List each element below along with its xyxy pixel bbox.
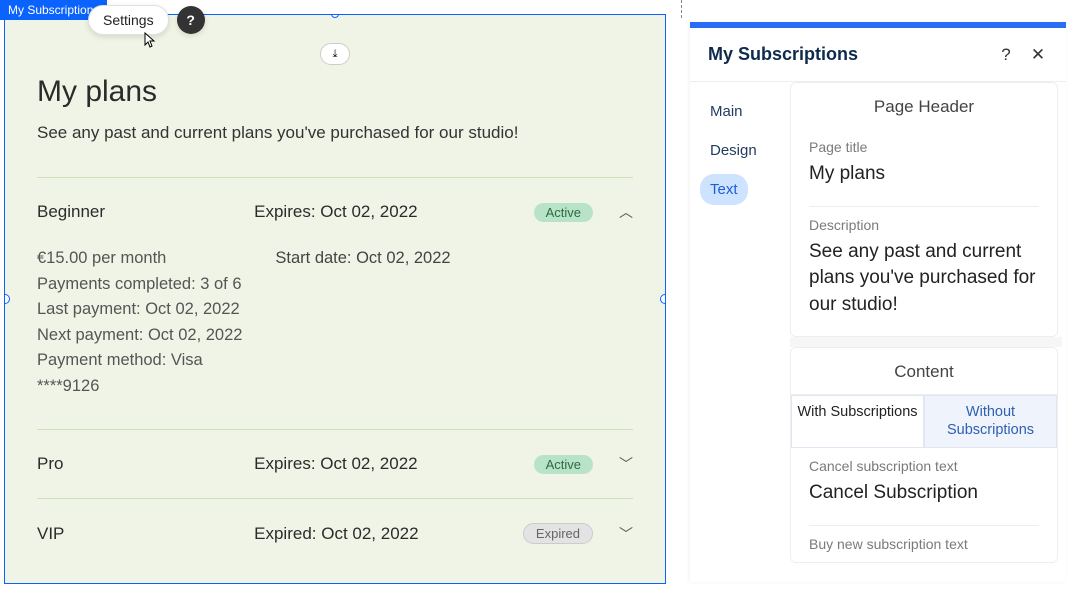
detail-line: Payment method: Visa <box>37 348 275 374</box>
status-badge: Expired <box>523 523 593 544</box>
page-header-card: Page Header Page title My plans Descript… <box>790 82 1058 337</box>
plan-expire: Expires: Oct 02, 2022 <box>254 454 493 474</box>
detail-line: Payments completed: 3 of 6 <box>37 272 275 298</box>
page-description: See any past and current plans you've pu… <box>37 123 633 143</box>
settings-button[interactable]: Settings <box>88 5 169 35</box>
detail-line: ****9126 <box>37 374 275 400</box>
download-icon[interactable]: ⤓ <box>320 43 350 65</box>
field-label: Buy new subscription text <box>809 536 1039 552</box>
settings-panel: My Subscriptions ? ✕ Main Design Text Pa… <box>690 22 1066 582</box>
canvas-preview[interactable]: ⤓ My plans See any past and current plan… <box>4 14 666 584</box>
status-badge: Active <box>534 203 593 222</box>
section-header: Content <box>791 348 1057 394</box>
field-label: Cancel subscription text <box>809 458 1039 474</box>
detail-line: Last payment: Oct 02, 2022 <box>37 297 275 323</box>
chevron-down-icon[interactable]: ﹀ <box>619 524 633 544</box>
detail-line: Next payment: Oct 02, 2022 <box>37 323 275 349</box>
settings-header: My Subscriptions ? ✕ <box>690 28 1066 82</box>
tab-text[interactable]: Text <box>700 174 748 205</box>
tab-with-subscriptions[interactable]: With Subscriptions <box>791 395 924 448</box>
close-icon[interactable]: ✕ <box>1028 45 1048 65</box>
plan-expire: Expired: Oct 02, 2022 <box>254 524 493 544</box>
my-plans-widget: My plans See any past and current plans … <box>37 47 633 568</box>
field-label: Description <box>809 217 1039 233</box>
tab-without-subscriptions[interactable]: Without Subscriptions <box>924 395 1057 448</box>
content-tabs: With Subscriptions Without Subscriptions <box>791 394 1057 448</box>
guide-line <box>681 0 682 18</box>
cursor-icon <box>140 32 156 53</box>
detail-line: €15.00 per month <box>37 246 275 272</box>
settings-title: My Subscriptions <box>708 44 984 65</box>
plan-name: Pro <box>37 454 254 474</box>
plan-row-vip[interactable]: VIP Expired: Oct 02, 2022 Expired ﹀ <box>37 499 633 568</box>
help-icon[interactable]: ? <box>996 45 1016 65</box>
chevron-down-icon[interactable]: ﹀ <box>619 454 633 474</box>
help-icon[interactable]: ? <box>177 6 205 34</box>
description-input[interactable]: See any past and current plans you've pu… <box>809 239 1039 319</box>
section-header: Page Header <box>791 83 1057 129</box>
plan-name: VIP <box>37 524 254 544</box>
settings-content: Page Header Page title My plans Descript… <box>790 82 1066 582</box>
cancel-text-input[interactable]: Cancel Subscription <box>809 480 1039 507</box>
plan-row-pro[interactable]: Pro Expires: Oct 02, 2022 Active ﹀ <box>37 430 633 498</box>
page-title-input[interactable]: My plans <box>809 161 1039 188</box>
plan-start-date: Start date: Oct 02, 2022 <box>275 246 633 272</box>
element-toolbar: Settings ? <box>88 5 205 35</box>
tab-main[interactable]: Main <box>700 96 753 127</box>
page-title: My plans <box>37 75 633 109</box>
plan-details: €15.00 per month Payments completed: 3 o… <box>37 246 633 429</box>
plan-row-beginner[interactable]: Beginner Expires: Oct 02, 2022 Active ︿ <box>37 178 633 246</box>
content-card: Content With Subscriptions Without Subsc… <box>790 347 1058 562</box>
chevron-up-icon[interactable]: ︿ <box>619 202 633 222</box>
resize-handle-top[interactable] <box>331 14 339 18</box>
plan-expire: Expires: Oct 02, 2022 <box>254 202 493 222</box>
tab-design[interactable]: Design <box>700 135 767 166</box>
plan-name: Beginner <box>37 202 254 222</box>
settings-tabs: Main Design Text <box>690 82 790 582</box>
status-badge: Active <box>534 455 593 474</box>
field-label: Page title <box>809 139 1039 155</box>
